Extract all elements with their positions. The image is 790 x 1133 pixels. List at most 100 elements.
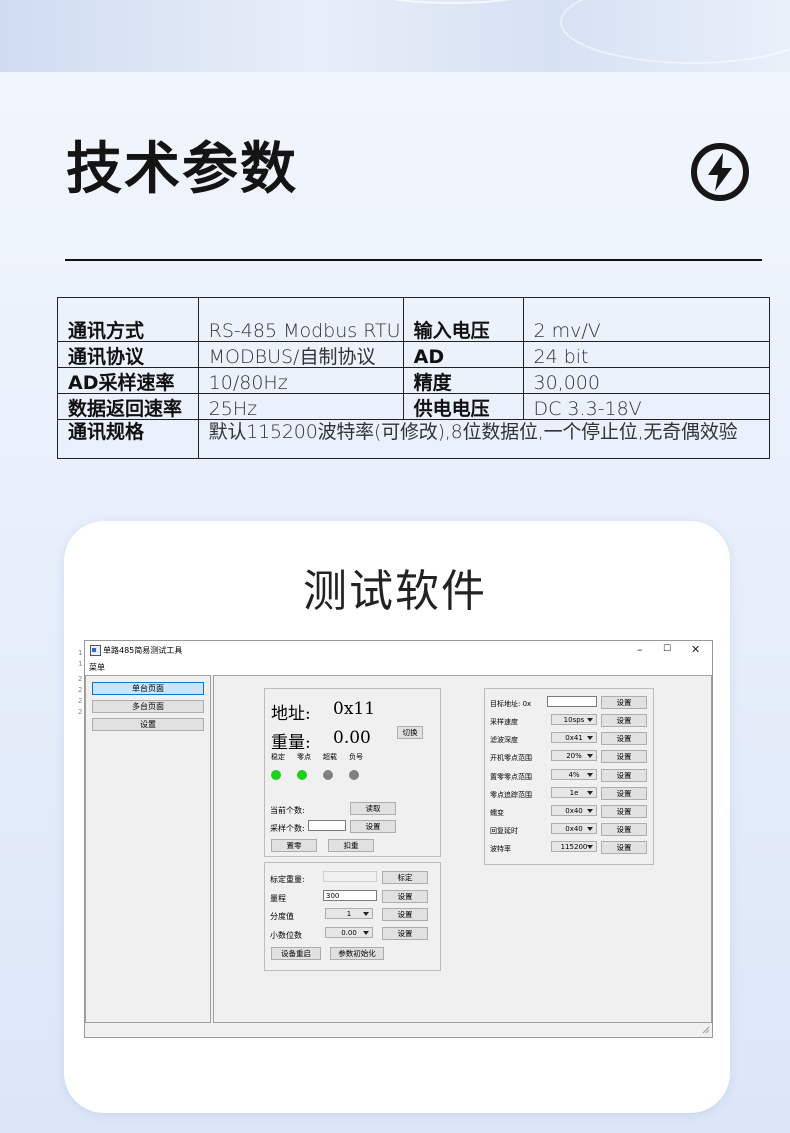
setting-set-button[interactable]: 设置: [601, 823, 647, 837]
spec-table: 通讯方式 RS-485 Modbus RTU 输入电压 2 mv/V 通讯协议 …: [57, 297, 771, 459]
spec-key: AD: [402, 341, 524, 368]
setting-label: 采样速度: [490, 718, 518, 726]
table-row: AD采样速率 10/80Hz 精度 30,000: [57, 367, 770, 394]
chevron-down-icon: [587, 845, 593, 850]
setting-set-button[interactable]: 设置: [601, 750, 647, 764]
device-group: 地址: 0x11 切换 重量: 0.00 稳定 零点 超载 负号 当前个数: 读…: [264, 688, 441, 857]
setting-select[interactable]: 20%: [551, 750, 597, 762]
overload-led: [323, 770, 333, 780]
divider: [65, 259, 762, 261]
minimize-button[interactable]: –: [637, 643, 643, 656]
menu-item[interactable]: 菜单: [89, 662, 105, 673]
chevron-down-icon: [587, 790, 593, 795]
setting-set-button[interactable]: 设置: [601, 786, 647, 800]
table-row: 通讯方式 RS-485 Modbus RTU 输入电压 2 mv/V: [57, 297, 770, 342]
setting-select[interactable]: 4%: [551, 768, 597, 780]
table-row: 通讯规格 默认115200波特率(可修改),8位数据位,一个停止位,无奇偶效验: [57, 419, 771, 459]
setting-set-button[interactable]: 设置: [601, 714, 647, 727]
spec-value: 30,000: [522, 367, 770, 394]
table-row: 数据返回速率 25Hz 供电电压 DC 3.3-18V: [57, 393, 770, 420]
setting-label: 零点追踪范围: [490, 790, 532, 799]
sample-count-label: 采样个数:: [270, 824, 305, 833]
restart-button[interactable]: 设备重启: [271, 947, 321, 960]
read-button[interactable]: 读取: [350, 802, 396, 815]
weight-value: 0.00: [333, 728, 371, 748]
range-set-button[interactable]: 设置: [382, 890, 428, 903]
setting-select[interactable]: 0x40: [551, 805, 597, 816]
chevron-down-icon: [363, 931, 369, 935]
spec-value: 2 mv/V: [522, 297, 770, 342]
cal-weight-input[interactable]: [323, 871, 377, 882]
indicator-label: 负号: [349, 753, 363, 761]
lightning-bolt-icon: [691, 143, 749, 201]
nav-settings[interactable]: 设置: [92, 718, 204, 731]
spec-key: 精度: [402, 367, 524, 394]
spec-key: 通讯协议: [57, 341, 199, 368]
nav-multi-page[interactable]: 多台页面: [92, 700, 204, 713]
spec-value: 默认115200波特率(可修改),8位数据位,一个停止位,无奇偶效验: [197, 419, 771, 459]
sample-set-button[interactable]: 设置: [350, 820, 396, 833]
setting-label: 置零零点范围: [490, 772, 532, 781]
app-window: 单路485简易测试工具 – ☐ ✕ 菜单 单台页面 多台页面 设置 地址: 0x…: [84, 640, 713, 1038]
setting-select[interactable]: 1e: [551, 786, 597, 798]
top-banner: [0, 0, 790, 72]
zero-button[interactable]: 置零: [271, 839, 317, 852]
address-label: 地址:: [271, 704, 311, 724]
main-panel: 地址: 0x11 切换 重量: 0.00 稳定 零点 超载 负号 当前个数: 读…: [213, 675, 712, 1023]
calibrate-button[interactable]: 标定: [382, 871, 428, 884]
indicator-label: 零点: [297, 753, 311, 761]
address-value: 0x11: [333, 699, 376, 719]
status-bar: [85, 1023, 712, 1036]
indicator-label: 稳定: [271, 753, 285, 761]
setting-set-button[interactable]: 设置: [601, 768, 647, 782]
setting-label: 回复延时: [490, 827, 518, 836]
spec-value: 24 bit: [522, 341, 770, 368]
close-button[interactable]: ✕: [691, 643, 700, 656]
setting-label: 蠕变: [490, 809, 504, 817]
title-bar: 单路485简易测试工具 – ☐ ✕: [85, 641, 712, 661]
resize-grip-icon[interactable]: [702, 1026, 710, 1034]
decimals-set-button[interactable]: 设置: [382, 927, 428, 940]
spec-key: 数据返回速率: [57, 393, 199, 420]
side-line-numbers: 11 22 22: [78, 649, 83, 716]
spec-key: 通讯规格: [57, 419, 199, 459]
setting-set-button[interactable]: 设置: [601, 732, 647, 746]
tare-button[interactable]: 扣重: [328, 839, 374, 852]
setting-label: 波特率: [490, 845, 511, 854]
setting-select[interactable]: 10sps: [551, 714, 597, 725]
chevron-down-icon: [363, 912, 369, 916]
setting-select[interactable]: 0x41: [551, 732, 597, 744]
range-input[interactable]: 300: [323, 890, 377, 901]
switch-button[interactable]: 切换: [397, 726, 423, 739]
maximize-button[interactable]: ☐: [663, 644, 671, 654]
chevron-down-icon: [587, 809, 593, 813]
chevron-down-icon: [587, 754, 593, 759]
target-address-set-button[interactable]: 设置: [601, 696, 647, 709]
setting-set-button[interactable]: 设置: [601, 841, 647, 855]
division-label: 分度值: [270, 912, 294, 921]
division-set-button[interactable]: 设置: [382, 908, 428, 921]
current-count-label: 当前个数:: [270, 806, 305, 815]
setting-set-button[interactable]: 设置: [601, 805, 647, 818]
negative-led: [349, 770, 359, 780]
range-label: 量程: [270, 894, 286, 903]
zero-led: [297, 770, 307, 780]
chevron-down-icon: [587, 827, 593, 832]
app-icon: [90, 645, 101, 656]
decimals-select[interactable]: 0.00: [325, 927, 373, 938]
nav-single-page[interactable]: 单台页面: [92, 682, 204, 695]
setting-select[interactable]: 115200: [551, 841, 597, 853]
spec-key: 输入电压: [402, 297, 524, 342]
target-address-input[interactable]: [547, 696, 597, 707]
nav-panel: 单台页面 多台页面 设置: [85, 675, 211, 1023]
spec-key: 通讯方式: [57, 297, 199, 342]
division-select[interactable]: 1: [325, 908, 373, 919]
init-params-button[interactable]: 参数初始化: [330, 947, 384, 960]
spec-key: 供电电压: [402, 393, 524, 420]
decorative-arc: [560, 0, 790, 64]
spec-value: RS-485 Modbus RTU: [197, 297, 404, 342]
setting-select[interactable]: 0x40: [551, 823, 597, 835]
decimals-label: 小数位数: [270, 931, 302, 940]
sample-count-input[interactable]: [308, 820, 346, 831]
spec-key: AD采样速率: [57, 367, 199, 394]
